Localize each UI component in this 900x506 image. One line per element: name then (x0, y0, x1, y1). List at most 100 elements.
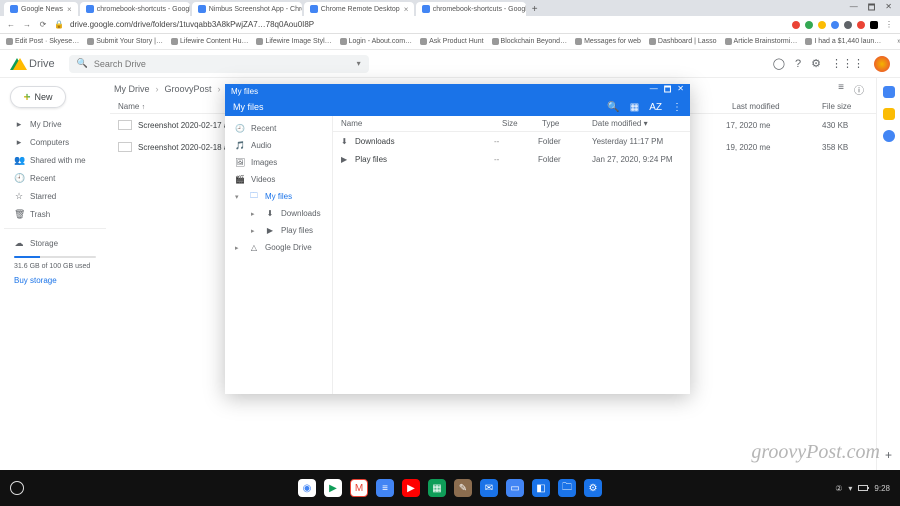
shelf-app-brush[interactable]: ✎ (454, 479, 472, 497)
sidebar-item-mydrive[interactable]: ▸My Drive (4, 116, 106, 132)
bookmark[interactable]: Messages for web (575, 38, 641, 45)
files-sidebar-videos[interactable]: 🎬Videos (225, 171, 332, 188)
shelf-app-docs[interactable]: ≡ (376, 479, 394, 497)
window-maximize-icon[interactable]: 🗖 (664, 84, 672, 98)
new-tab-button[interactable]: + (528, 2, 542, 16)
forward-icon[interactable]: → (22, 20, 32, 29)
status-tray[interactable]: ② ▾ 9:28 (835, 484, 890, 493)
sidebar-item-starred[interactable]: ☆Starred (4, 188, 106, 204)
browser-tab-active[interactable]: chromebook-shortcuts - Googl…× (416, 2, 526, 16)
new-button[interactable]: +New (10, 86, 66, 108)
files-row[interactable]: ▶ Play files -- Folder Jan 27, 2020, 9:2… (333, 150, 690, 168)
sidebar-item-shared[interactable]: 👥Shared with me (4, 152, 106, 168)
files-row[interactable]: ⬇ Downloads -- Folder Yesterday 11:17 PM (333, 132, 690, 150)
window-maximize-icon[interactable]: 🗖 (868, 2, 876, 16)
ext-icon[interactable] (805, 21, 813, 29)
shelf-app-play[interactable]: ▶ (324, 479, 342, 497)
shelf-app-gmail[interactable]: M (350, 479, 368, 497)
list-view-icon[interactable]: ≡ (838, 82, 844, 97)
breadcrumb-segment[interactable]: GroovyPost (165, 84, 212, 94)
breadcrumb-segment[interactable]: My Drive (114, 84, 150, 94)
bookmark[interactable]: Blockchain Beyond… (492, 38, 568, 45)
bookmark[interactable]: Ask Product Hunt (420, 38, 483, 45)
search-icon[interactable]: 🔍 (607, 102, 619, 113)
shelf-app-sheets[interactable]: ▦ (428, 479, 446, 497)
info-icon[interactable]: ⓘ (854, 82, 864, 97)
bookmark[interactable]: Lifewire Image Styl… (256, 38, 331, 45)
add-addon-icon[interactable]: + (885, 448, 892, 462)
more-icon[interactable]: ⋮ (672, 102, 682, 113)
files-sidebar-audio[interactable]: 🎵Audio (225, 137, 332, 154)
files-sidebar-gdrive[interactable]: ▸△Google Drive (225, 239, 332, 256)
chevron-right-icon[interactable]: ▸ (251, 227, 259, 235)
sort-icon[interactable]: AZ (649, 102, 662, 113)
browser-tab[interactable]: Google News× (4, 2, 78, 16)
calendar-icon[interactable] (883, 86, 895, 98)
files-sidebar-downloads[interactable]: ▸⬇Downloads (225, 205, 332, 222)
reload-icon[interactable]: ⟳ (38, 20, 48, 29)
column-name[interactable]: Name (341, 119, 502, 128)
ext-icon[interactable] (844, 21, 852, 29)
bookmark[interactable]: Edit Post · Skyese… (6, 38, 79, 45)
search-options-icon[interactable]: ▾ (357, 59, 361, 68)
files-sidebar-myfiles[interactable]: ▾🗀My files (225, 188, 332, 205)
ext-icon[interactable] (792, 21, 800, 29)
sidebar-item-computers[interactable]: ▸Computers (4, 134, 106, 150)
help-icon[interactable]: ? (795, 58, 801, 70)
drive-logo[interactable]: Drive (10, 58, 55, 70)
files-sidebar-recent[interactable]: 🕘Recent (225, 120, 332, 137)
sidebar-item-storage[interactable]: ☁Storage (4, 235, 106, 251)
column-modified[interactable]: Last modified (732, 102, 822, 111)
view-toggle-icon[interactable]: ▦ (630, 102, 639, 113)
keep-icon[interactable] (883, 108, 895, 120)
chevron-right-icon[interactable]: ▸ (235, 244, 243, 252)
bookmark[interactable]: Login - About.com… (340, 38, 412, 45)
launcher-button[interactable] (10, 481, 24, 495)
back-icon[interactable]: ← (6, 20, 16, 29)
window-close-icon[interactable]: ✕ (885, 2, 892, 16)
shelf-app-files[interactable]: 🗀 (558, 479, 576, 497)
sidebar-item-trash[interactable]: 🗑Trash (4, 206, 106, 222)
settings-icon[interactable]: ⚙ (811, 57, 821, 70)
window-minimize-icon[interactable]: — (850, 2, 858, 16)
shelf-app-settings[interactable]: ⚙ (584, 479, 602, 497)
account-avatar[interactable] (874, 56, 890, 72)
support-icon[interactable]: ◯ (773, 57, 785, 70)
column-type[interactable]: Type (542, 119, 592, 128)
shelf-app-generic[interactable]: ◧ (532, 479, 550, 497)
column-date[interactable]: Date modified ▾ (592, 119, 682, 128)
browser-tab[interactable]: Nimbus Screenshot App - Chro…× (192, 2, 302, 16)
files-path[interactable]: My files (233, 102, 264, 112)
search-input[interactable]: 🔍 Search Drive ▾ (69, 55, 369, 73)
chevron-right-icon[interactable]: ▸ (251, 210, 259, 218)
bookmark[interactable]: Lifewire Content Hu… (171, 38, 248, 45)
bookmark[interactable]: Submit Your Story |… (87, 38, 163, 45)
chevron-down-icon[interactable]: ▾ (235, 193, 243, 201)
close-icon[interactable]: × (67, 5, 72, 14)
ext-icon[interactable] (870, 21, 878, 29)
files-sidebar-images[interactable]: 🖼Images (225, 154, 332, 171)
apps-icon[interactable]: ⋮⋮⋮ (831, 57, 864, 70)
sidebar-item-recent[interactable]: 🕘Recent (4, 170, 106, 186)
close-icon[interactable]: × (404, 5, 409, 14)
window-close-icon[interactable]: ✕ (677, 84, 684, 98)
files-sidebar-playfiles[interactable]: ▸▶Play files (225, 222, 332, 239)
bookmark[interactable]: Dashboard | Lasso (649, 38, 717, 45)
buy-storage-link[interactable]: Buy storage (4, 276, 106, 285)
shelf-app-youtube[interactable]: ▶ (402, 479, 420, 497)
column-size[interactable]: File size (822, 102, 872, 111)
address-bar[interactable]: drive.google.com/drive/folders/1tuvqabb3… (70, 20, 786, 29)
window-minimize-icon[interactable]: — (650, 84, 658, 98)
browser-tab[interactable]: chromebook-shortcuts - Googl…× (80, 2, 190, 16)
ext-icon[interactable] (857, 21, 865, 29)
menu-icon[interactable]: ⋮ (884, 20, 894, 29)
bookmark[interactable]: Article Brainstormi… (725, 38, 798, 45)
ext-icon[interactable] (831, 21, 839, 29)
shelf-app-explorer[interactable]: ▭ (506, 479, 524, 497)
browser-tab[interactable]: Chrome Remote Desktop× (304, 2, 414, 16)
shelf-app-chrome[interactable]: ◉ (298, 479, 316, 497)
ext-icon[interactable] (818, 21, 826, 29)
column-size[interactable]: Size (502, 119, 542, 128)
shelf-app-messages[interactable]: ✉ (480, 479, 498, 497)
files-titlebar[interactable]: My files — 🗖 ✕ (225, 84, 690, 98)
